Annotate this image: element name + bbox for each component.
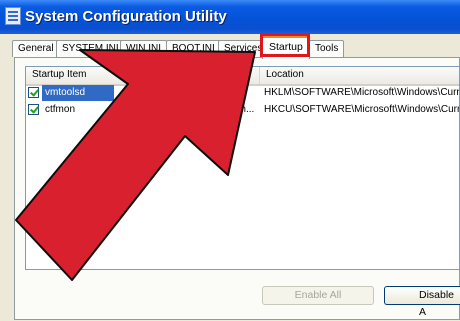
red-pointer-arrow-icon xyxy=(15,49,256,281)
